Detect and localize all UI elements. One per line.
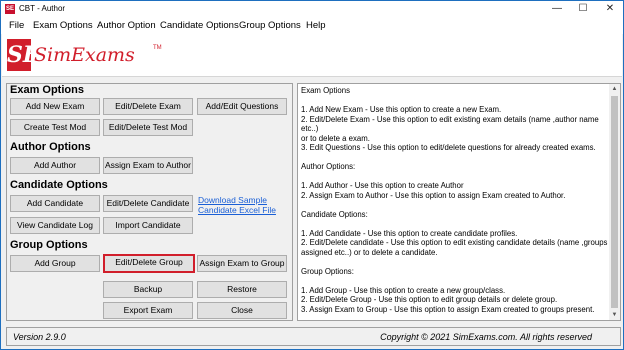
version-label: Version 2.9.0 [13,332,66,342]
assign-exam-to-author-button[interactable]: Assign Exam to Author [103,157,193,174]
logo-text: SimExams [34,44,135,66]
menu-help[interactable]: Help [306,20,326,31]
logo-trademark: TM [153,45,162,51]
add-new-exam-button[interactable]: Add New Exam [10,98,100,115]
scroll-up-icon[interactable]: ▲ [609,84,620,94]
vertical-scrollbar[interactable]: ▲ ▼ [609,84,620,320]
menu-group-options[interactable]: Group Options [239,20,301,31]
menu-exam-options[interactable]: Exam Options [33,20,93,31]
maximize-icon[interactable]: ☐ [571,1,595,17]
menu-candidate-options[interactable]: Candidate Options [160,20,239,31]
scroll-thumb[interactable] [611,96,618,308]
view-candidate-log-button[interactable]: View Candidate Log [10,217,100,234]
menu-bar: File Exam Options Author Option Candidat… [1,17,623,34]
import-candidate-button[interactable]: Import Candidate [103,217,193,234]
candidate-excel-file-link[interactable]: Candidate Excel File [198,205,276,215]
group-options-title: Group Options [10,239,88,251]
app-window: SE CBT - Author — ☐ ✕ File Exam Options … [0,0,624,350]
copyright-label: Copyright © 2021 SimExams.com. All right… [380,332,592,342]
restore-button[interactable]: Restore [197,281,287,298]
add-group-button[interactable]: Add Group [10,255,100,272]
logo-mark: SE [7,39,40,71]
scroll-down-icon[interactable]: ▼ [609,310,620,320]
add-candidate-button[interactable]: Add Candidate [10,195,100,212]
edit-delete-exam-button[interactable]: Edit/Delete Exam [103,98,193,115]
menu-file[interactable]: File [9,20,24,31]
close-button[interactable]: Close [197,302,287,319]
help-text-panel[interactable]: Exam Options 1. Add New Exam - Use this … [297,83,621,321]
logo-bar: SE SimExams TM [2,34,622,77]
assign-exam-to-group-button[interactable]: Assign Exam to Group [197,255,287,272]
edit-delete-candidate-button[interactable]: Edit/Delete Candidate [103,195,193,212]
exam-options-title: Exam Options [10,84,84,96]
edit-delete-test-mod-button[interactable]: Edit/Delete Test Mod [103,119,193,136]
window-title: CBT - Author [19,4,66,13]
add-edit-questions-button[interactable]: Add/Edit Questions [197,98,287,115]
app-icon: SE [5,4,15,14]
create-test-mod-button[interactable]: Create Test Mod [10,119,100,136]
edit-delete-group-button[interactable]: Edit/Delete Group [103,254,195,273]
download-sample-link[interactable]: Download Sample [198,195,267,205]
menu-author-option[interactable]: Author Option [97,20,156,31]
title-bar: SE CBT - Author — ☐ ✕ [1,1,623,17]
minimize-icon[interactable]: — [545,1,569,17]
author-options-title: Author Options [10,141,91,153]
add-author-button[interactable]: Add Author [10,157,100,174]
close-icon[interactable]: ✕ [598,1,622,17]
help-text: Exam Options 1. Add New Exam - Use this … [301,86,608,314]
status-bar: Version 2.9.0 Copyright © 2021 SimExams.… [6,327,621,346]
backup-button[interactable]: Backup [103,281,193,298]
options-panel: Exam Options Add New Exam Edit/Delete Ex… [6,83,293,321]
candidate-options-title: Candidate Options [10,179,108,191]
export-exam-button[interactable]: Export Exam [103,302,193,319]
